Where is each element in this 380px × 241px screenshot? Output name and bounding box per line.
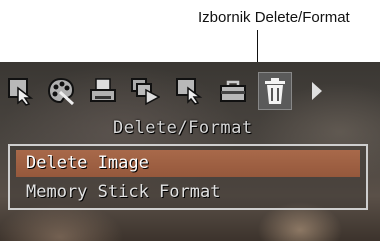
magnify-cursor-icon[interactable] [6, 76, 36, 106]
rotate-cursor-icon[interactable] [174, 76, 204, 106]
camera-lcd-screen: Delete/Format Delete Image Memory Stick … [0, 62, 380, 241]
toolbox-icon[interactable] [218, 76, 248, 106]
slideshow-icon[interactable] [130, 76, 161, 106]
menu-item-delete-image[interactable]: Delete Image [16, 150, 360, 177]
arrow-right-icon[interactable] [302, 76, 322, 106]
menu-title: Delete/Format [113, 118, 253, 138]
callout-label: Izbornik Delete/Format [198, 9, 350, 26]
trash-icon[interactable] [258, 72, 292, 110]
palette-icon[interactable] [46, 76, 76, 106]
menu-icon-bar [4, 70, 380, 114]
print-icon[interactable] [88, 76, 118, 106]
menu-item-memory-stick-format[interactable]: Memory Stick Format [16, 179, 360, 206]
menu-list: Delete Image Memory Stick Format [8, 144, 368, 210]
